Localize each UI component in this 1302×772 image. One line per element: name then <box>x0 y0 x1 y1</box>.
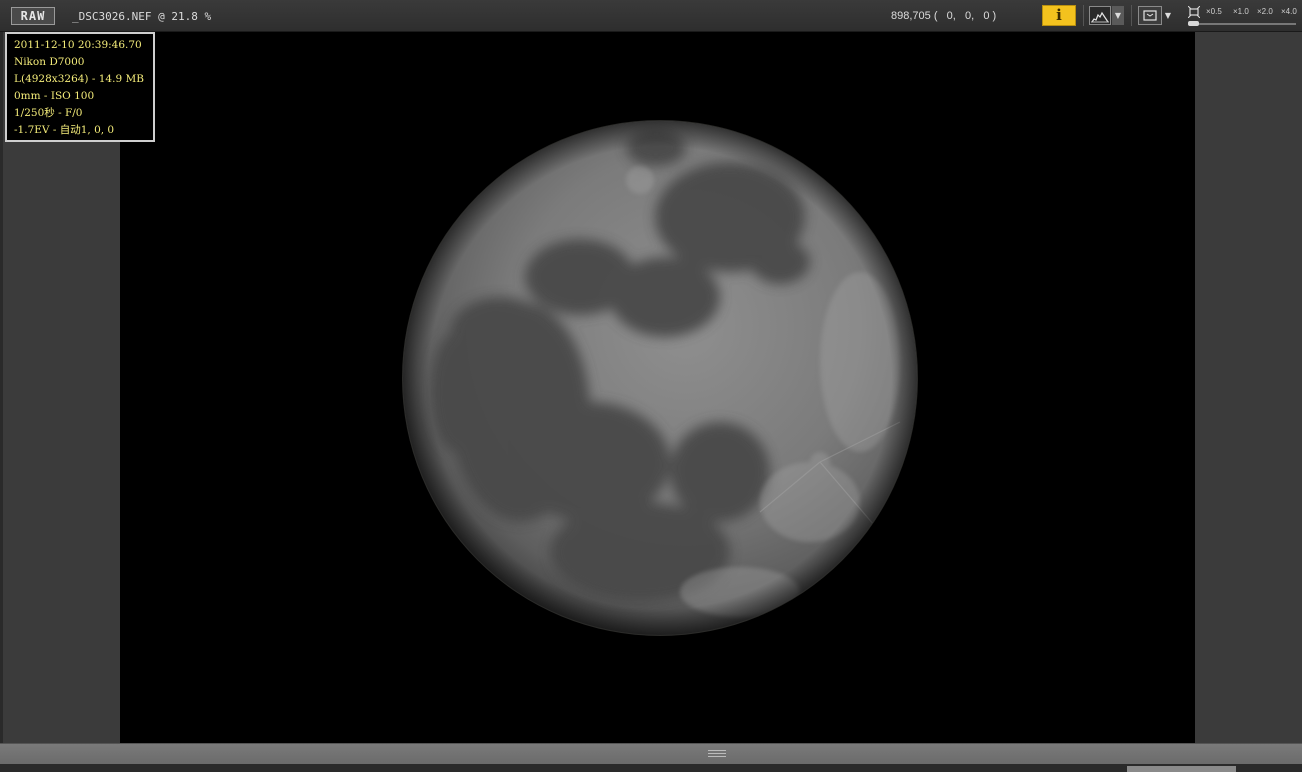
fit-screen-button[interactable] <box>1138 6 1162 25</box>
moon-photo <box>402 120 918 636</box>
raw-button[interactable]: RAW <box>11 7 55 25</box>
histogram-icon <box>1090 7 1110 24</box>
exif-overlay: 2011-12-10 20:39:46.70 Nikon D7000 L(492… <box>5 32 155 142</box>
zoom-level-2-0[interactable]: ×2.0 <box>1257 7 1273 16</box>
horizontal-scrollbar[interactable] <box>1127 766 1236 772</box>
grip-handle-icon[interactable] <box>708 750 726 757</box>
zoom-level-4-0[interactable]: ×4.0 <box>1281 7 1297 16</box>
exif-shutter-aperture: 1/250秒 - F/0 <box>14 107 83 119</box>
moon-limb-shade <box>403 121 917 635</box>
exif-size: L(4928x3264) - 14.9 MB <box>14 73 144 85</box>
fit-screen-icon <box>1143 10 1157 21</box>
zoom-slider-thumb[interactable] <box>1188 21 1199 26</box>
exif-focal-iso: 0mm - ISO 100 <box>14 90 95 102</box>
separator <box>1083 5 1084 26</box>
info-button[interactable]: i <box>1042 5 1076 26</box>
chevron-down-icon: ▼ <box>1114 11 1122 20</box>
zoom-slider-track[interactable] <box>1190 23 1296 25</box>
top-toolbar: RAW _DSC3026.NEF @ 21.8 % 898,705 ( 0, 0… <box>0 0 1302 32</box>
histogram-dropdown[interactable]: ▼ <box>1112 6 1124 25</box>
zoom-level-1-0[interactable]: ×1.0 <box>1233 7 1249 16</box>
zoom-level-0-5[interactable]: ×0.5 <box>1206 7 1222 16</box>
exif-datetime: 2011-12-10 20:39:46.70 <box>14 39 142 51</box>
zoom-control: ×0.5 ×1.0 ×2.0 ×4.0 <box>1186 4 1298 28</box>
chevron-down-icon: ▼ <box>1164 11 1172 20</box>
bottom-strip <box>0 764 1302 772</box>
histogram-button[interactable] <box>1089 6 1111 25</box>
right-panel <box>1195 32 1302 743</box>
separator <box>1131 5 1132 26</box>
pixel-readout: 898,705 ( 0, 0, 0 ) <box>891 10 997 22</box>
bottom-splitter[interactable] <box>0 743 1302 765</box>
exif-camera: Nikon D7000 <box>14 56 85 68</box>
image-canvas[interactable] <box>120 32 1195 743</box>
exif-ev-wb: -1.7EV - 自动1, 0, 0 <box>14 124 115 136</box>
zoom-fit-icon[interactable] <box>1188 6 1200 18</box>
file-info: _DSC3026.NEF @ 21.8 % <box>72 10 212 23</box>
fit-dropdown[interactable]: ▼ <box>1163 6 1173 25</box>
